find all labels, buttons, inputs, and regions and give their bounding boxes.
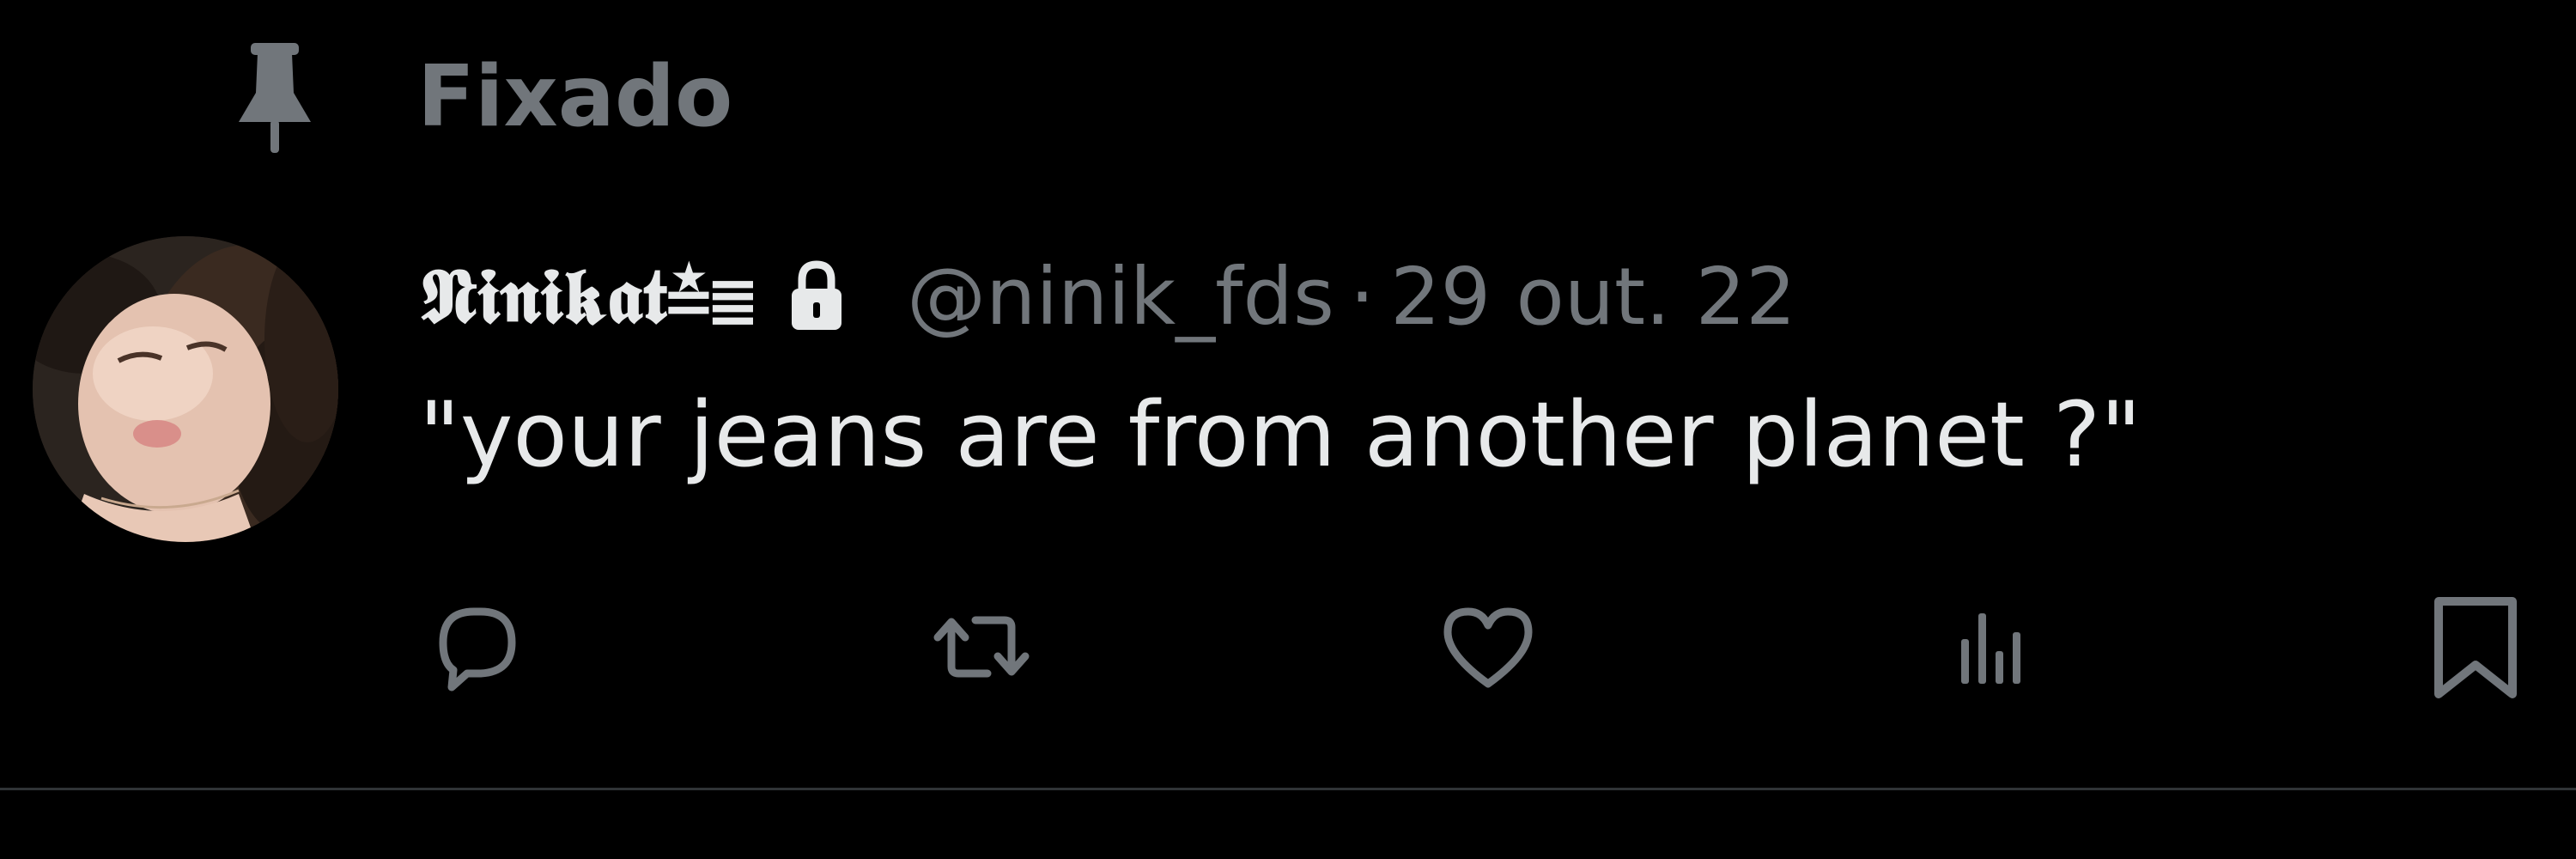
like-button[interactable] [1432,593,1544,704]
post-timestamp[interactable]: 29 out. 22 [1390,251,1796,343]
separator-dot: · [1349,250,1376,343]
post-header: 𝕹𝖎𝖓𝖎𝖐𝖆𝖙≛≣ @ninik_fds · 29 out. 22 [419,241,1796,352]
display-name[interactable]: 𝕹𝖎𝖓𝖎𝖐𝖆𝖙≛≣ [419,251,756,342]
bookmark-icon [2420,591,2531,706]
heart-icon [1432,591,1544,706]
post-divider [0,788,2576,790]
reply-icon [419,591,531,706]
analytics-icon [1939,591,2050,706]
action-bar [419,593,2531,704]
retweet-button[interactable] [926,593,1037,704]
pin-icon [232,33,318,161]
retweet-icon [926,591,1037,706]
views-button[interactable] [1939,593,2050,704]
profile-photo [33,236,338,542]
pinned-label: Fixado [417,48,733,146]
lock-icon [787,253,855,339]
pinned-indicator: Fixado [232,33,732,161]
post-text: "your jeans are from another planet ?" [419,382,2142,487]
reply-button[interactable] [419,593,531,704]
bookmark-button[interactable] [2420,593,2531,704]
pinned-post[interactable]: Fixado 𝕹𝖎𝖓𝖎𝖐𝖆𝖙≛≣ @ninik_fds · 29 out. 22… [0,0,2576,859]
user-handle[interactable]: @ninik_fds [907,251,1334,343]
avatar[interactable] [33,236,338,542]
